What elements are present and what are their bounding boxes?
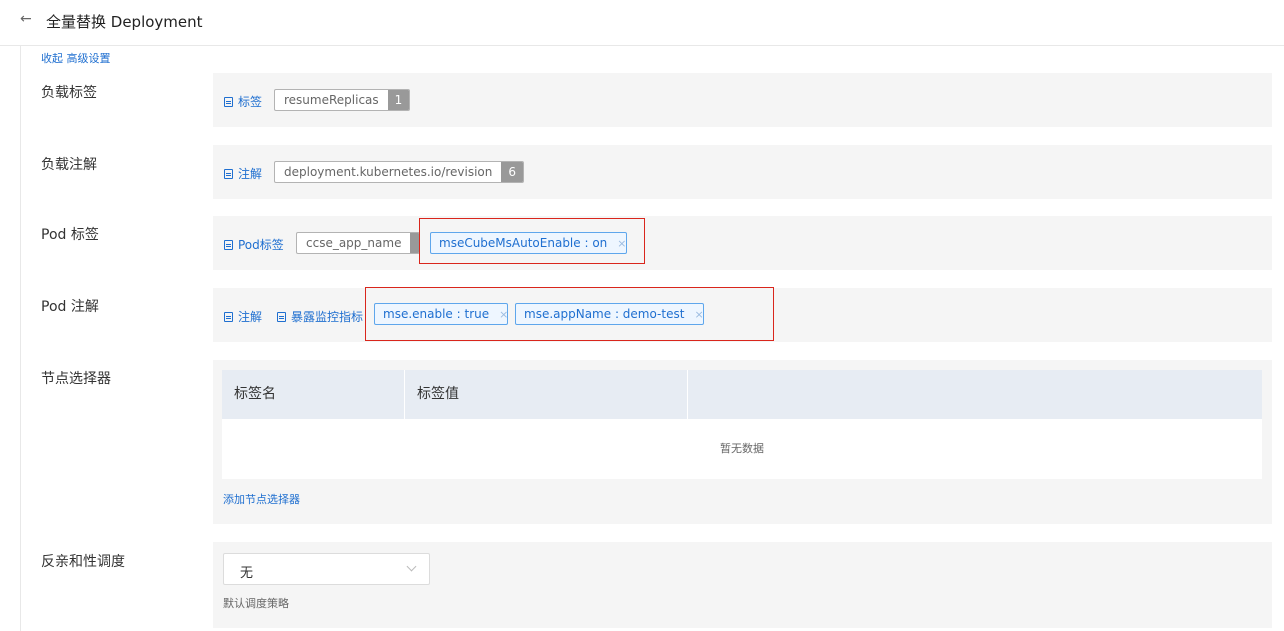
add-node-selector-link[interactable]: 添加节点选择器 — [223, 491, 300, 507]
workload-labels-panel: 标签 resumeReplicas 1 — [213, 73, 1272, 127]
workload-annotations-panel: 注解 deployment.kubernetes.io/revision 6 — [213, 145, 1272, 199]
highlight-box-pod-annotations — [365, 287, 774, 341]
workload-labels-add-link[interactable]: 标签 — [224, 93, 262, 110]
tag-count-badge — [410, 233, 419, 253]
pod-annotations-label: Pod 注解 — [41, 299, 99, 315]
tag-count-badge: 1 — [387, 90, 410, 110]
node-selector-label: 节点选择器 — [41, 371, 111, 387]
tag-count-badge: 6 — [501, 162, 524, 182]
tag-text: ccse_app_name — [306, 236, 402, 250]
workload-labels-label: 负载标签 — [41, 85, 97, 101]
anti-affinity-label: 反亲和性调度 — [41, 554, 125, 570]
pod-labels-panel: Pod标签 ccse_app_name mseCubeMsAutoEnable … — [213, 216, 1272, 270]
workload-annotation-tag[interactable]: deployment.kubernetes.io/revision 6 — [274, 161, 525, 183]
tag-text: resumeReplicas — [284, 93, 379, 107]
left-divider — [20, 46, 21, 631]
workload-label-tag[interactable]: resumeReplicas 1 — [274, 89, 411, 111]
pod-annotations-add-link[interactable]: 注解 — [224, 308, 262, 325]
chevron-down-icon — [406, 561, 417, 572]
select-value: 无 — [240, 566, 254, 581]
collapse-advanced-link[interactable]: 收起 高级设置 — [41, 50, 111, 66]
table-empty-state: 暂无数据 — [720, 442, 764, 455]
node-selector-table: 标签名 标签值 暂无数据 — [222, 370, 1262, 479]
column-header-label-name: 标签名 — [222, 370, 405, 419]
pod-label-tag[interactable]: ccse_app_name — [296, 232, 420, 254]
anti-affinity-hint: 默认调度策略 — [223, 597, 289, 610]
pod-labels-label: Pod 标签 — [41, 227, 99, 243]
document-icon — [224, 97, 233, 107]
document-icon — [277, 312, 286, 322]
back-arrow-icon[interactable]: ← — [20, 11, 32, 27]
expose-metrics-link[interactable]: 暴露监控指标 — [277, 308, 367, 325]
page-title: 全量替换 Deployment — [46, 13, 203, 31]
tag-text: deployment.kubernetes.io/revision — [284, 165, 493, 179]
workload-annotations-add-link[interactable]: 注解 — [224, 165, 262, 182]
column-header-label-value: 标签值 — [405, 370, 688, 419]
workload-annotations-label: 负载注解 — [41, 157, 97, 173]
anti-affinity-select[interactable]: 无 — [223, 553, 430, 585]
highlight-box-pod-labels — [419, 218, 645, 264]
document-icon — [224, 169, 233, 179]
table-header: 标签名 标签值 — [222, 370, 1262, 419]
page-header: ← 全量替换 Deployment — [0, 0, 1284, 46]
pod-labels-add-link[interactable]: Pod标签 — [224, 236, 284, 253]
document-icon — [224, 312, 233, 322]
document-icon — [224, 240, 233, 250]
